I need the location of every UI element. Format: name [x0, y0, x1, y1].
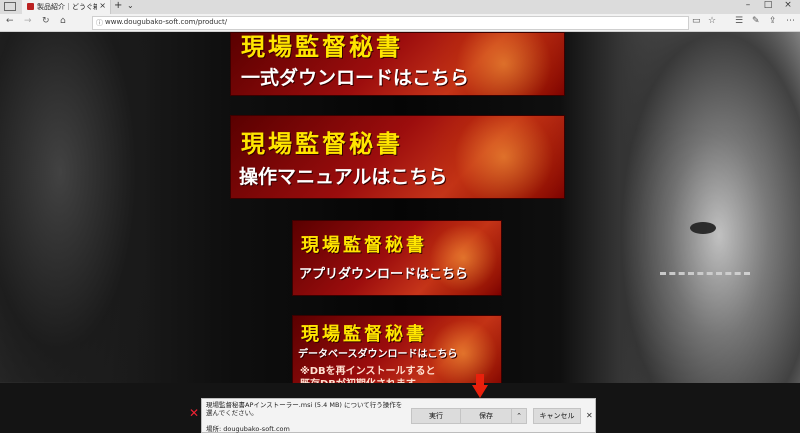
dragon-eye — [690, 222, 716, 234]
tab-list-chevron-icon[interactable]: ⌄ — [127, 1, 134, 10]
banner-subtitle: データベースダウンロードはこちら — [298, 349, 458, 360]
minimize-icon[interactable]: – — [738, 0, 758, 10]
banner-subtitle: 一式ダウンロードはこちら — [241, 67, 470, 89]
maximize-icon[interactable]: □ — [758, 0, 778, 10]
banner-db-download[interactable]: 現場監督秘書 データベースダウンロードはこちら ※DBを再インストールすると 既… — [292, 315, 502, 392]
reading-view-icon[interactable]: ▭ — [692, 16, 701, 26]
dragon-teeth — [660, 272, 750, 295]
save-button[interactable]: 保存 — [460, 408, 512, 424]
save-options-chevron-icon[interactable]: ⌃ — [511, 408, 527, 424]
banner-manual[interactable]: 現場監督秘書 操作マニュアルはこちら — [230, 115, 565, 199]
download-notification-bar: 現場監督秘書APインストーラー.msi (5.4 MB) について行う操作を選ん… — [201, 398, 596, 433]
share-icon[interactable]: ⇪ — [769, 16, 777, 26]
download-location: 場所: dougubako-soft.com — [206, 425, 290, 433]
close-window-icon[interactable]: × — [778, 0, 798, 10]
site-favicon-icon — [27, 3, 34, 10]
banner-full-download[interactable]: 現場監督秘書 一式ダウンロードはこちら — [230, 32, 565, 96]
url-text: www.dougubako-soft.com/product/ — [105, 18, 228, 26]
banner-subtitle: 操作マニュアルはこちら — [239, 166, 448, 188]
more-menu-icon[interactable]: ⋯ — [786, 16, 795, 26]
tab-preview-icon[interactable] — [4, 2, 16, 11]
red-x-mark-icon: ✕ — [189, 406, 200, 420]
banner-title: 現場監督秘書 — [301, 235, 427, 256]
url-field[interactable]: ⓘ www.dougubako-soft.com/product/ — [92, 16, 689, 30]
refresh-icon[interactable]: ↻ — [42, 16, 50, 26]
new-tab-icon[interactable]: + — [114, 0, 122, 11]
home-icon[interactable]: ⌂ — [60, 16, 66, 26]
red-down-arrow-icon — [472, 374, 488, 398]
dragon-left-decoration — [0, 32, 150, 382]
banner-app-download[interactable]: 現場監督秘書 アプリダウンロードはこちら — [292, 220, 502, 296]
banner-title: 現場監督秘書 — [301, 324, 427, 345]
favorite-star-icon[interactable]: ☆ — [708, 16, 716, 26]
close-download-bar-icon[interactable]: ✕ — [586, 411, 593, 420]
run-button[interactable]: 実行 — [411, 408, 461, 424]
favorites-hub-icon[interactable]: ☰ — [735, 16, 743, 26]
banner-title: 現場監督秘書 — [241, 129, 403, 158]
forward-icon[interactable]: → — [24, 16, 32, 26]
tab-title: 製品紹介｜どうぐ箱ソフト — [37, 3, 97, 11]
address-bar-row: ← → ↻ ⌂ ⓘ www.dougubako-soft.com/product… — [0, 14, 800, 32]
banner-title: 現場監督秘書 — [241, 32, 403, 61]
download-message: 現場監督秘書APインストーラー.msi (5.4 MB) について行う操作を選ん… — [206, 401, 403, 417]
tab-bar: 製品紹介｜どうぐ箱ソフト × + ⌄ – □ × — [0, 0, 800, 14]
notes-pen-icon[interactable]: ✎ — [752, 16, 760, 26]
browser-tab[interactable]: 製品紹介｜どうぐ箱ソフト × — [22, 0, 111, 14]
cancel-button[interactable]: キャンセル — [533, 408, 581, 424]
dragon-right-decoration — [620, 32, 800, 402]
banner-subtitle: アプリダウンロードはこちら — [299, 267, 469, 282]
close-tab-icon[interactable]: × — [99, 1, 106, 10]
back-icon[interactable]: ← — [6, 16, 14, 26]
info-icon: ⓘ — [96, 19, 103, 27]
